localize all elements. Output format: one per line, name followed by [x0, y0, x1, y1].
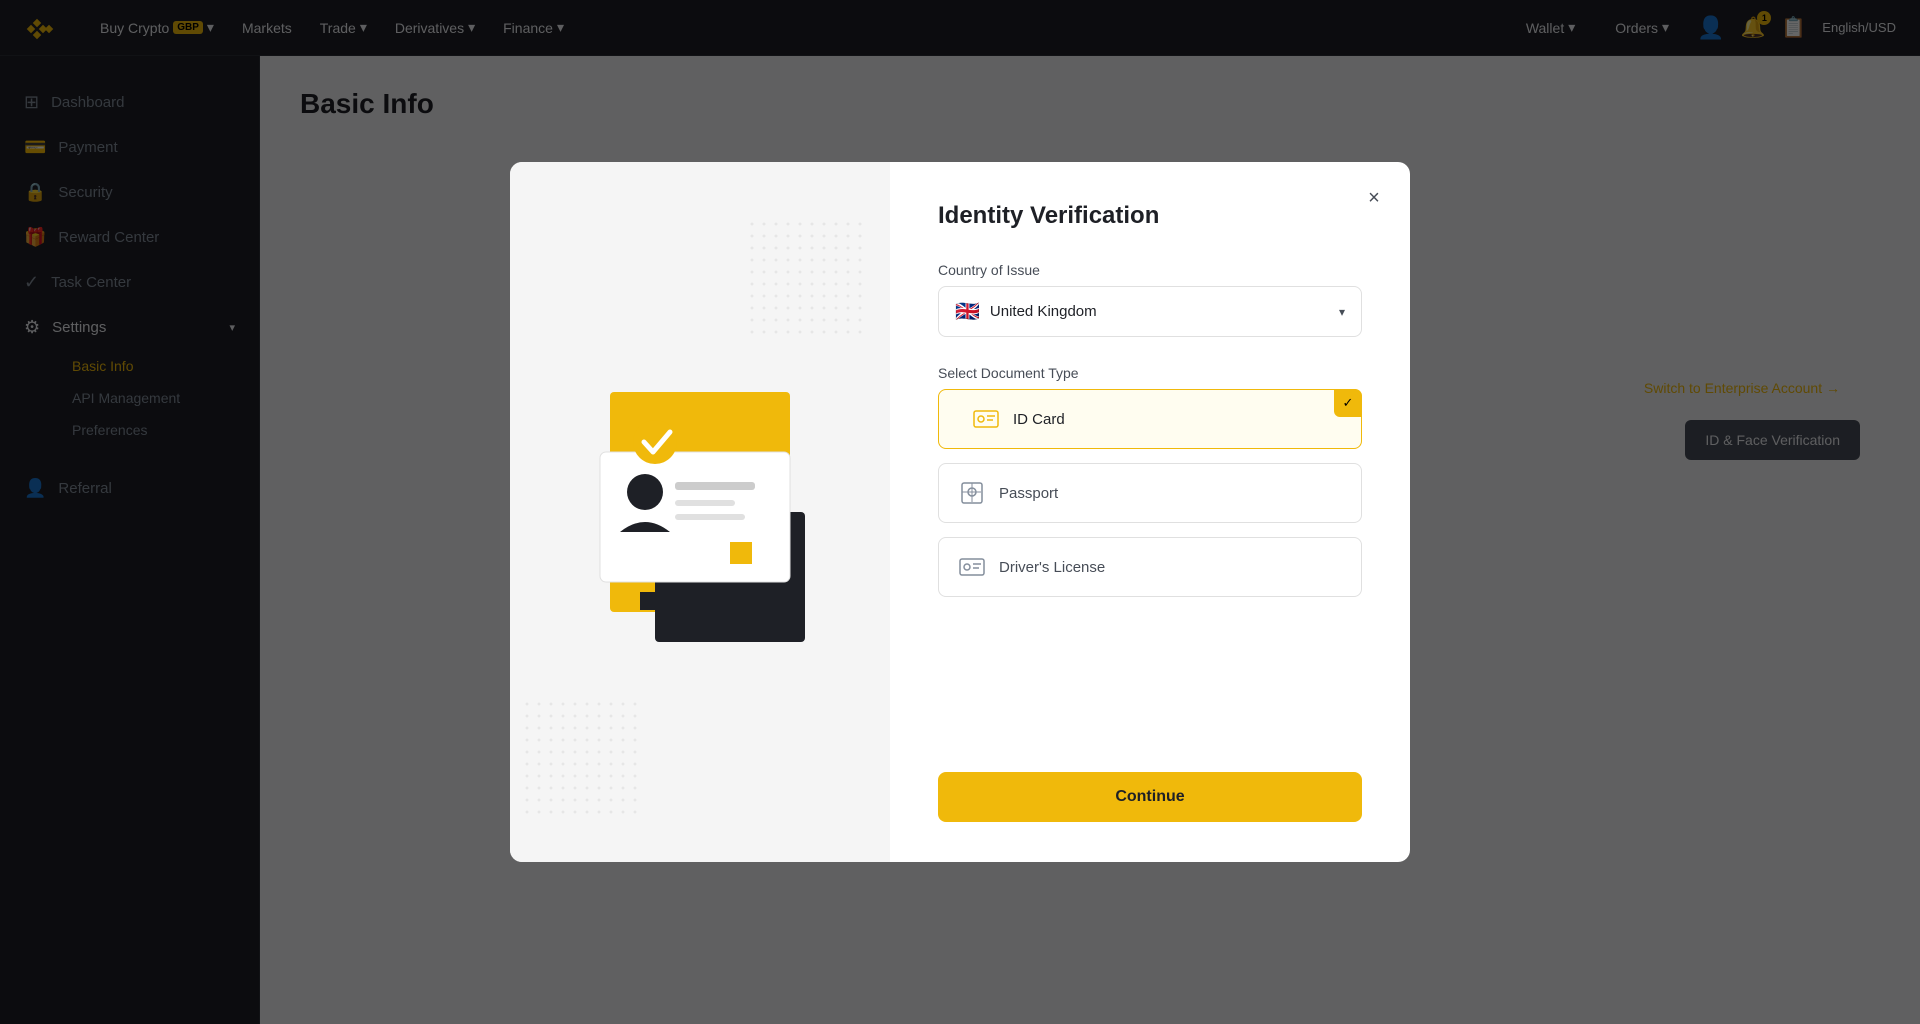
country-label: Country of Issue: [938, 262, 1362, 278]
selected-checkmark: ✓: [1334, 389, 1362, 417]
id-illustration: [560, 352, 840, 672]
country-flag: 🇬🇧: [955, 299, 980, 324]
modal-content: × Identity Verification Country of Issue…: [890, 162, 1410, 862]
doc-type-label: Select Document Type: [938, 365, 1362, 381]
id-card-label: ID Card: [1013, 411, 1065, 428]
passport-label: Passport: [999, 485, 1058, 502]
drivers-license-icon: [959, 556, 985, 578]
passport-icon: [959, 482, 985, 504]
id-card-icon: [973, 408, 999, 430]
country-selector[interactable]: 🇬🇧 United Kingdom ▾: [938, 286, 1362, 337]
country-name: United Kingdom: [990, 303, 1097, 320]
drivers-license-label: Driver's License: [999, 559, 1105, 576]
modal-title: Identity Verification: [938, 202, 1362, 230]
doc-option-id-card[interactable]: ✓ ID Card: [938, 389, 1362, 449]
doc-option-passport[interactable]: Passport: [938, 463, 1362, 523]
modal-illustration: [510, 162, 890, 862]
country-chevron-icon: ▾: [1339, 305, 1345, 319]
doc-option-drivers-license[interactable]: Driver's License: [938, 537, 1362, 597]
modal-close-button[interactable]: ×: [1358, 182, 1390, 214]
identity-verification-modal: × Identity Verification Country of Issue…: [510, 162, 1410, 862]
modal-overlay: × Identity Verification Country of Issue…: [0, 0, 1920, 1024]
continue-button[interactable]: Continue: [938, 772, 1362, 822]
